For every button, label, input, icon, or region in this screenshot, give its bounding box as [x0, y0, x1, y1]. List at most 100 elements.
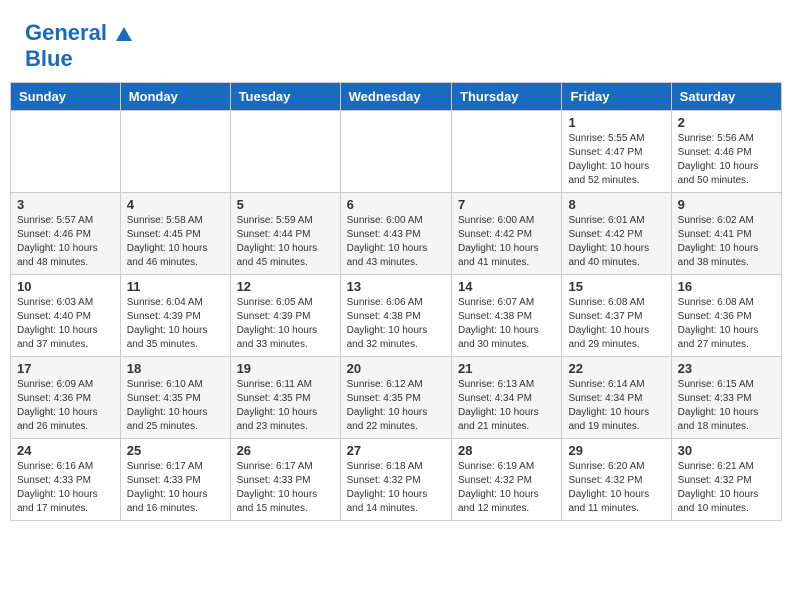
- calendar-day-cell: 4 Sunrise: 5:58 AM Sunset: 4:45 PM Daylig…: [120, 193, 230, 275]
- weekday-header: Tuesday: [230, 83, 340, 111]
- calendar-day-cell: 23 Sunrise: 6:15 AM Sunset: 4:33 PM Dayli…: [671, 357, 781, 439]
- day-number: 14: [458, 279, 555, 294]
- calendar-day-cell: 7 Sunrise: 6:00 AM Sunset: 4:42 PM Daylig…: [452, 193, 562, 275]
- calendar-day-cell: 21 Sunrise: 6:13 AM Sunset: 4:34 PM Dayli…: [452, 357, 562, 439]
- day-info: Sunrise: 6:17 AM Sunset: 4:33 PM Dayligh…: [127, 460, 224, 516]
- calendar-day-cell: [11, 111, 121, 193]
- day-info: Sunrise: 5:55 AM Sunset: 4:47 PM Dayligh…: [568, 132, 664, 188]
- calendar-day-cell: 18 Sunrise: 6:10 AM Sunset: 4:35 PM Dayli…: [120, 357, 230, 439]
- day-info: Sunrise: 6:20 AM Sunset: 4:32 PM Dayligh…: [568, 460, 664, 516]
- day-info: Sunrise: 6:00 AM Sunset: 4:42 PM Dayligh…: [458, 214, 555, 270]
- logo-blue-text: Blue: [25, 46, 73, 71]
- day-info: Sunrise: 5:57 AM Sunset: 4:46 PM Dayligh…: [17, 214, 114, 270]
- calendar-day-cell: [120, 111, 230, 193]
- day-number: 26: [237, 443, 334, 458]
- day-number: 23: [678, 361, 775, 376]
- day-number: 27: [347, 443, 445, 458]
- calendar-day-cell: 8 Sunrise: 6:01 AM Sunset: 4:42 PM Daylig…: [562, 193, 671, 275]
- day-info: Sunrise: 6:15 AM Sunset: 4:33 PM Dayligh…: [678, 378, 775, 434]
- calendar-day-cell: 16Sunrise: 6:08 AM Sunset: 4:36 PM Dayli…: [671, 275, 781, 357]
- day-number: 9: [678, 197, 775, 212]
- day-info: Sunrise: 6:09 AM Sunset: 4:36 PM Dayligh…: [17, 378, 114, 434]
- calendar-day-cell: [452, 111, 562, 193]
- calendar-day-cell: 9Sunrise: 6:02 AM Sunset: 4:41 PM Daylig…: [671, 193, 781, 275]
- logo: General Blue: [25, 20, 133, 72]
- calendar-day-cell: 22 Sunrise: 6:14 AM Sunset: 4:34 PM Dayli…: [562, 357, 671, 439]
- weekday-header: Friday: [562, 83, 671, 111]
- day-number: 17: [17, 361, 114, 376]
- day-info: Sunrise: 5:59 AM Sunset: 4:44 PM Dayligh…: [237, 214, 334, 270]
- day-info: Sunrise: 6:05 AM Sunset: 4:39 PM Dayligh…: [237, 296, 334, 352]
- day-info: Sunrise: 6:08 AM Sunset: 4:37 PM Dayligh…: [568, 296, 664, 352]
- day-info: Sunrise: 6:13 AM Sunset: 4:34 PM Dayligh…: [458, 378, 555, 434]
- calendar-week-row: 1Sunrise: 5:55 AM Sunset: 4:47 PM Daylig…: [11, 111, 782, 193]
- calendar-day-cell: 20 Sunrise: 6:12 AM Sunset: 4:35 PM Dayli…: [340, 357, 451, 439]
- calendar-day-cell: 12 Sunrise: 6:05 AM Sunset: 4:39 PM Dayli…: [230, 275, 340, 357]
- day-info: Sunrise: 6:18 AM Sunset: 4:32 PM Dayligh…: [347, 460, 445, 516]
- calendar-day-cell: 27 Sunrise: 6:18 AM Sunset: 4:32 PM Dayli…: [340, 439, 451, 521]
- day-number: 24: [17, 443, 114, 458]
- calendar-day-cell: 30 Sunrise: 6:21 AM Sunset: 4:32 PM Dayli…: [671, 439, 781, 521]
- day-number: 20: [347, 361, 445, 376]
- calendar-day-cell: 26 Sunrise: 6:17 AM Sunset: 4:33 PM Dayli…: [230, 439, 340, 521]
- day-number: 18: [127, 361, 224, 376]
- day-number: 22: [568, 361, 664, 376]
- weekday-header: Wednesday: [340, 83, 451, 111]
- calendar-day-cell: [230, 111, 340, 193]
- calendar-header-row: SundayMondayTuesdayWednesdayThursdayFrid…: [11, 83, 782, 111]
- logo-text: General: [25, 20, 133, 46]
- day-info: Sunrise: 6:19 AM Sunset: 4:32 PM Dayligh…: [458, 460, 555, 516]
- day-number: 2: [678, 115, 775, 130]
- day-info: Sunrise: 6:01 AM Sunset: 4:42 PM Dayligh…: [568, 214, 664, 270]
- calendar-day-cell: 10Sunrise: 6:03 AM Sunset: 4:40 PM Dayli…: [11, 275, 121, 357]
- page-header: General Blue: [10, 10, 782, 77]
- day-number: 6: [347, 197, 445, 212]
- calendar-day-cell: 24 Sunrise: 6:16 AM Sunset: 4:33 PM Dayli…: [11, 439, 121, 521]
- calendar-week-row: 24 Sunrise: 6:16 AM Sunset: 4:33 PM Dayli…: [11, 439, 782, 521]
- day-number: 25: [127, 443, 224, 458]
- calendar-week-row: 10Sunrise: 6:03 AM Sunset: 4:40 PM Dayli…: [11, 275, 782, 357]
- calendar-day-cell: 15Sunrise: 6:08 AM Sunset: 4:37 PM Dayli…: [562, 275, 671, 357]
- day-number: 7: [458, 197, 555, 212]
- calendar-day-cell: 28 Sunrise: 6:19 AM Sunset: 4:32 PM Dayli…: [452, 439, 562, 521]
- day-info: Sunrise: 6:12 AM Sunset: 4:35 PM Dayligh…: [347, 378, 445, 434]
- calendar-day-cell: 29 Sunrise: 6:20 AM Sunset: 4:32 PM Dayli…: [562, 439, 671, 521]
- calendar-day-cell: [340, 111, 451, 193]
- calendar-day-cell: 2 Sunrise: 5:56 AM Sunset: 4:46 PM Daylig…: [671, 111, 781, 193]
- day-info: Sunrise: 6:16 AM Sunset: 4:33 PM Dayligh…: [17, 460, 114, 516]
- calendar-day-cell: 5 Sunrise: 5:59 AM Sunset: 4:44 PM Daylig…: [230, 193, 340, 275]
- weekday-header: Saturday: [671, 83, 781, 111]
- weekday-header: Sunday: [11, 83, 121, 111]
- calendar-day-cell: 19 Sunrise: 6:11 AM Sunset: 4:35 PM Dayli…: [230, 357, 340, 439]
- day-number: 12: [237, 279, 334, 294]
- day-info: Sunrise: 6:04 AM Sunset: 4:39 PM Dayligh…: [127, 296, 224, 352]
- day-info: Sunrise: 6:07 AM Sunset: 4:38 PM Dayligh…: [458, 296, 555, 352]
- weekday-header: Thursday: [452, 83, 562, 111]
- day-number: 30: [678, 443, 775, 458]
- day-number: 16: [678, 279, 775, 294]
- day-info: Sunrise: 6:14 AM Sunset: 4:34 PM Dayligh…: [568, 378, 664, 434]
- day-info: Sunrise: 6:00 AM Sunset: 4:43 PM Dayligh…: [347, 214, 445, 270]
- day-number: 21: [458, 361, 555, 376]
- day-number: 5: [237, 197, 334, 212]
- day-info: Sunrise: 6:21 AM Sunset: 4:32 PM Dayligh…: [678, 460, 775, 516]
- day-info: Sunrise: 6:03 AM Sunset: 4:40 PM Dayligh…: [17, 296, 114, 352]
- calendar-day-cell: 1Sunrise: 5:55 AM Sunset: 4:47 PM Daylig…: [562, 111, 671, 193]
- day-number: 28: [458, 443, 555, 458]
- day-info: Sunrise: 6:10 AM Sunset: 4:35 PM Dayligh…: [127, 378, 224, 434]
- day-info: Sunrise: 5:58 AM Sunset: 4:45 PM Dayligh…: [127, 214, 224, 270]
- day-info: Sunrise: 6:17 AM Sunset: 4:33 PM Dayligh…: [237, 460, 334, 516]
- calendar-day-cell: 6 Sunrise: 6:00 AM Sunset: 4:43 PM Daylig…: [340, 193, 451, 275]
- day-info: Sunrise: 5:56 AM Sunset: 4:46 PM Dayligh…: [678, 132, 775, 188]
- day-info: Sunrise: 6:06 AM Sunset: 4:38 PM Dayligh…: [347, 296, 445, 352]
- calendar-day-cell: 13Sunrise: 6:06 AM Sunset: 4:38 PM Dayli…: [340, 275, 451, 357]
- day-info: Sunrise: 6:11 AM Sunset: 4:35 PM Dayligh…: [237, 378, 334, 434]
- day-number: 29: [568, 443, 664, 458]
- calendar-week-row: 3 Sunrise: 5:57 AM Sunset: 4:46 PM Daylig…: [11, 193, 782, 275]
- day-number: 8: [568, 197, 664, 212]
- day-number: 3: [17, 197, 114, 212]
- day-number: 4: [127, 197, 224, 212]
- calendar-week-row: 17 Sunrise: 6:09 AM Sunset: 4:36 PM Dayli…: [11, 357, 782, 439]
- weekday-header: Monday: [120, 83, 230, 111]
- day-number: 19: [237, 361, 334, 376]
